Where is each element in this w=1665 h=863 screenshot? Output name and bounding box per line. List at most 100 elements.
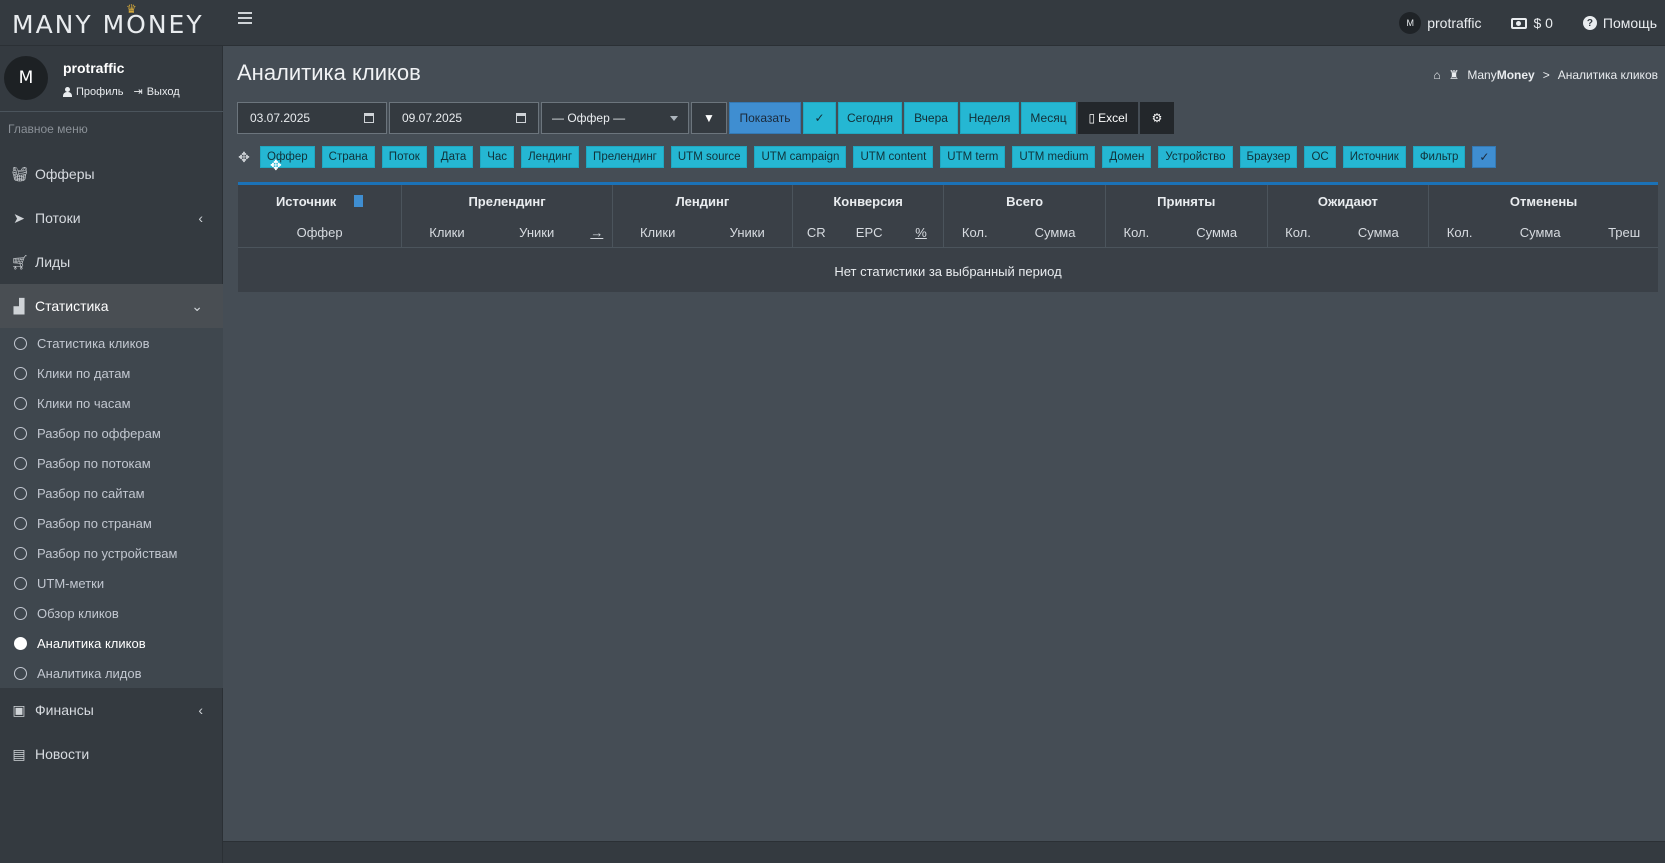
sidebar-subitem[interactable]: Разбор по странам (0, 508, 223, 538)
group-tag[interactable]: Лендинг (521, 146, 580, 168)
breadcrumb-brand[interactable]: ManyMoney (1467, 68, 1534, 82)
subheader-land-clicks[interactable]: Клики (612, 218, 703, 248)
subheader-acc-count[interactable]: Кол. (1105, 218, 1167, 248)
month-button[interactable]: Месяц (1021, 102, 1076, 134)
subheader-pre-clicks[interactable]: Клики (401, 218, 492, 248)
sidebar-item-news[interactable]: ▤ Новости (0, 732, 223, 776)
main-content: Аналитика кликов ⌂ ♜ ManyMoney > Аналити… (223, 46, 1665, 841)
subheader-pend-count[interactable]: Кол. (1267, 218, 1329, 248)
page-title: Аналитика кликов (237, 60, 421, 85)
date-from-input[interactable]: 03.07.2025 (237, 102, 387, 134)
sidebar-subitem[interactable]: Разбор по потокам (0, 448, 223, 478)
group-tag[interactable]: ОС (1304, 146, 1336, 168)
excel-label: Excel (1098, 111, 1128, 125)
arrows-move-icon[interactable]: ✥ (237, 150, 251, 164)
subheader-total-count[interactable]: Кол. (943, 218, 1006, 248)
balance-link[interactable]: $ 0 (1511, 15, 1553, 31)
sidebar-subitem[interactable]: Обзор кликов (0, 598, 223, 628)
group-tag[interactable]: Страна (321, 146, 375, 168)
subheader-canc-count[interactable]: Кол. (1428, 218, 1491, 248)
subitem-label: Разбор по потокам (37, 455, 151, 471)
subheader-epc[interactable]: EPC (839, 218, 899, 248)
circle-icon (14, 366, 27, 380)
sidebar-subitem[interactable]: Клики по датам (0, 358, 223, 388)
subheader-total-sum[interactable]: Сумма (1005, 218, 1106, 248)
subheader-trash[interactable]: Треш (1590, 218, 1658, 248)
group-tag[interactable]: UTM medium (1012, 146, 1096, 168)
group-tag[interactable]: UTM campaign (754, 146, 847, 168)
subheader-pre-uniq[interactable]: Уники (491, 218, 582, 248)
user-menu[interactable]: M protraffic (1399, 12, 1481, 34)
group-tag[interactable]: Дата (433, 146, 474, 168)
logo-text: MANY MONEY (12, 10, 204, 39)
group-tag[interactable]: Поток (381, 146, 427, 168)
subheader-pre-arrow[interactable]: → (581, 218, 613, 248)
sidebar-subitem[interactable]: Аналитика лидов (0, 658, 223, 688)
logout-link[interactable]: ⇥ Выход (133, 85, 180, 99)
sidebar-subitem[interactable]: Разбор по сайтам (0, 478, 223, 508)
avatar[interactable]: M (4, 56, 48, 100)
logo[interactable]: MANY MONEY ♛ (12, 2, 204, 40)
subheader-acc-sum[interactable]: Сумма (1166, 218, 1268, 248)
group-tag[interactable]: UTM content (853, 146, 934, 168)
sidebar-item-offers[interactable]: 🧺︎ Офферы (0, 152, 223, 196)
check-double-button[interactable]: ✓ (803, 102, 836, 134)
group-tag[interactable]: Домен (1102, 146, 1152, 168)
sidebar-subitem[interactable]: Разбор по устройствам (0, 538, 223, 568)
home-icon[interactable]: ⌂ (1433, 68, 1440, 82)
group-tag[interactable]: Источник (1342, 146, 1406, 168)
file-excel-icon: ▯ (1088, 111, 1096, 125)
group-tag[interactable]: Оффер (260, 146, 315, 168)
group-tag[interactable]: UTM term (940, 146, 1006, 168)
calendar-icon[interactable] (364, 113, 374, 123)
subheader-percent[interactable]: % (898, 218, 945, 248)
subheader-pend-sum[interactable]: Сумма (1328, 218, 1430, 248)
group-tag[interactable]: Час (480, 146, 515, 168)
group-tag[interactable]: UTM source (670, 146, 748, 168)
group-tag[interactable]: Устройство (1158, 146, 1233, 168)
date-to-input[interactable]: 09.07.2025 (389, 102, 539, 134)
apply-grouping-button[interactable]: ✓ (1472, 146, 1497, 168)
sidebar-subitem[interactable]: Разбор по офферам (0, 418, 223, 448)
empty-message: Нет статистики за выбранный период (834, 263, 1062, 279)
subheader-offer[interactable]: Оффер (238, 218, 403, 248)
subitem-label: Аналитика лидов (37, 665, 142, 681)
sidebar-item-label: Потоки (35, 210, 81, 226)
week-button[interactable]: Неделя (960, 102, 1019, 134)
profile-link[interactable]: Профиль (63, 85, 124, 98)
caret-down-icon (670, 115, 678, 121)
sidebar-item-finance[interactable]: ▣ Финансы ‹ (0, 688, 223, 732)
sidebar-subitem[interactable]: UTM-метки (0, 568, 223, 598)
today-button[interactable]: Сегодня (838, 102, 902, 134)
chevron-left-icon: ‹ (198, 210, 203, 226)
sign-out-icon: ⇥ (133, 86, 143, 98)
chevron-left-icon: ‹ (198, 702, 203, 718)
help-link[interactable]: ? Помощь (1582, 15, 1657, 31)
sidebar-item-leads[interactable]: 🛒︎ Лиды (0, 240, 223, 284)
group-tag[interactable]: Прелендинг (586, 146, 664, 168)
newspaper-icon: ▤ (12, 745, 26, 762)
show-button[interactable]: Показать (729, 102, 801, 134)
sidebar-subitem[interactable]: Статистика кликов (0, 328, 223, 358)
file-icon[interactable] (354, 195, 364, 207)
stats-table: Источник Прелендинг Лендинг Конверсия Вс… (238, 185, 1658, 295)
subheader-land-uniq[interactable]: Уники (702, 218, 793, 248)
group-tag[interactable]: Браузер (1239, 146, 1298, 168)
group-tag[interactable]: Фильтр (1412, 146, 1466, 168)
excel-button[interactable]: ▯ Excel (1078, 102, 1138, 134)
offer-select[interactable]: — Оффер — (541, 102, 689, 134)
sidebar-item-statistics[interactable]: ▟ Статистика ⌄ (0, 284, 223, 328)
yesterday-button[interactable]: Вчера (904, 102, 958, 134)
check-double-icon: ✓ (814, 111, 825, 125)
subheader-canc-sum[interactable]: Сумма (1490, 218, 1591, 248)
sidebar-item-streams[interactable]: ➤ Потоки ‹ (0, 196, 223, 240)
sidebar-subitem-active[interactable]: Аналитика кликов (0, 628, 223, 658)
sidebar-subitem[interactable]: Клики по часам (0, 388, 223, 418)
settings-button[interactable]: ⚙ (1140, 102, 1174, 134)
hamburger-menu-icon[interactable] (238, 12, 252, 26)
date-from-value: 03.07.2025 (250, 111, 311, 125)
filter-button[interactable]: ▼ (691, 102, 727, 134)
subitem-label: Обзор кликов (37, 605, 119, 621)
calendar-icon[interactable] (516, 113, 526, 123)
subheader-cr[interactable]: CR (792, 218, 840, 248)
